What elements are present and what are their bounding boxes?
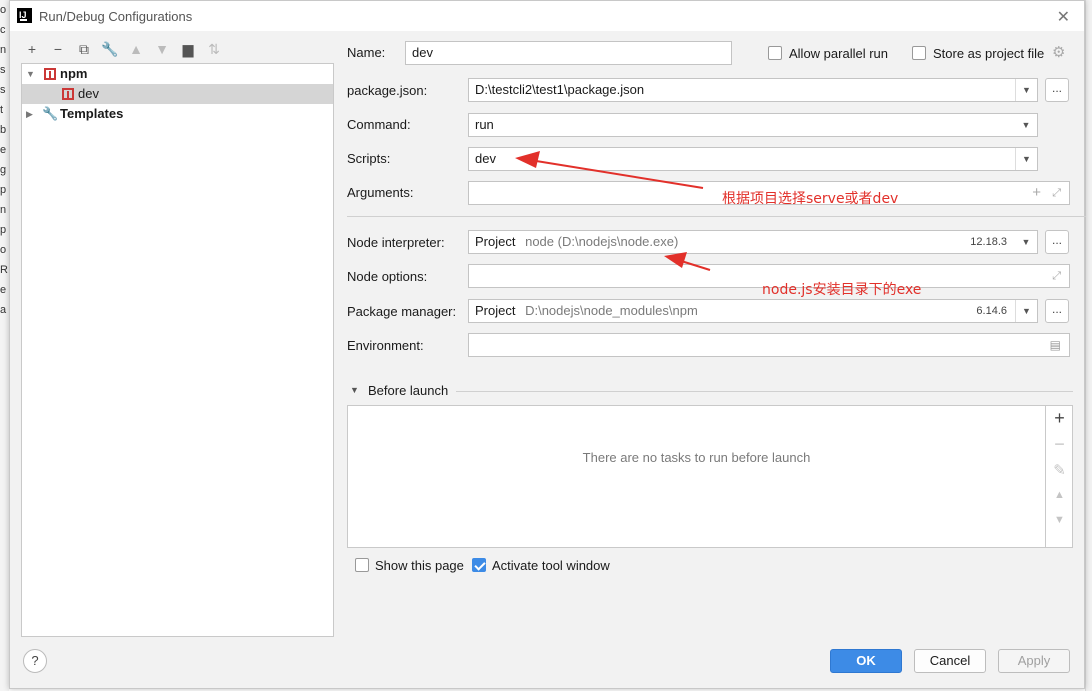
package-json-label: package.json: xyxy=(347,83,428,98)
down-arrow-icon[interactable]: ▼ xyxy=(153,40,171,58)
apply-button[interactable]: Apply xyxy=(998,649,1070,673)
cancel-button[interactable]: Cancel xyxy=(914,649,986,673)
node-interpreter-project: Project xyxy=(475,234,516,249)
wrench-icon[interactable]: 🔧 xyxy=(101,40,119,58)
close-icon[interactable]: ✕ xyxy=(1057,7,1070,27)
node-interpreter-browse-button[interactable]: ... xyxy=(1045,230,1069,254)
npm-icon xyxy=(62,88,74,100)
store-project-label: Store as project file xyxy=(933,46,1045,61)
title-bar: IJ Run/Debug Configurations ✕ xyxy=(10,1,1084,31)
ok-button[interactable]: OK xyxy=(830,649,902,673)
node-options-label: Node options: xyxy=(347,269,428,284)
node-interpreter-select[interactable]: Project node (D:\nodejs\node.exe) 12.18.… xyxy=(468,230,1038,254)
package-manager-select[interactable]: Project D:\nodejs\node_modules\npm 6.14.… xyxy=(468,299,1038,323)
package-manager-label: Package manager: xyxy=(347,304,457,319)
environment-label: Environment: xyxy=(347,338,424,353)
package-json-field[interactable]: D:\testcli2\test1\package.json ▼ xyxy=(468,78,1038,102)
tree-node-label: Templates xyxy=(60,106,124,121)
package-json-value: D:\testcli2\test1\package.json xyxy=(475,82,645,97)
up-arrow-icon[interactable]: ▲ xyxy=(127,40,145,58)
tree-node-label: npm xyxy=(60,66,88,81)
name-field[interactable]: dev xyxy=(405,41,732,65)
gear-icon[interactable]: ⚙ xyxy=(1052,43,1065,61)
chevron-down-icon[interactable]: ▼ xyxy=(1015,148,1037,170)
name-label: Name: xyxy=(347,45,386,60)
tree-node-templates[interactable]: ▶ 🔧 Templates xyxy=(22,104,333,124)
before-launch-task-list[interactable]: There are no tasks to run before launch xyxy=(347,405,1046,548)
activate-tool-checkbox[interactable] xyxy=(472,558,486,572)
background-editor-strip: ocns stbe gpnp oRea xyxy=(0,0,9,691)
package-manager-browse-button[interactable]: ... xyxy=(1045,299,1069,323)
environment-field[interactable]: ▤ xyxy=(468,333,1070,357)
collapse-arrow-icon[interactable]: ▶ xyxy=(26,104,33,124)
command-select[interactable]: run ▼ xyxy=(468,113,1038,137)
chevron-down-icon[interactable]: ▼ xyxy=(1015,114,1037,136)
show-page-label: Show this page xyxy=(375,558,464,573)
chevron-down-icon[interactable]: ▼ xyxy=(1015,231,1037,253)
run-debug-dialog: IJ Run/Debug Configurations ✕ + − ⧉ 🔧 ▲ … xyxy=(9,0,1086,689)
tree-node-label: dev xyxy=(78,86,99,101)
scripts-value: dev xyxy=(475,151,496,166)
intellij-app-icon: IJ xyxy=(17,8,32,23)
scripts-label: Scripts: xyxy=(347,151,391,166)
allow-parallel-label: Allow parallel run xyxy=(789,46,888,61)
chevron-down-icon[interactable]: ▼ xyxy=(1015,79,1037,101)
background-window-edge xyxy=(1085,0,1092,691)
down-arrow-icon[interactable]: ▼ xyxy=(1046,514,1073,526)
plus-icon[interactable]: + xyxy=(1046,408,1073,429)
expand-arrow-icon[interactable]: ▼ xyxy=(26,64,35,84)
sort-icon[interactable]: ⇅ xyxy=(205,40,223,58)
package-manager-path: D:\nodejs\node_modules\npm xyxy=(525,303,698,318)
node-version: 12.18.3 xyxy=(970,236,1007,248)
command-value: run xyxy=(475,117,494,132)
task-toolbar: + − ✎ ▲ ▼ xyxy=(1046,405,1073,548)
node-interpreter-label: Node interpreter: xyxy=(347,235,445,250)
empty-tasks-text: There are no tasks to run before launch xyxy=(582,450,811,465)
separator xyxy=(347,216,1086,217)
document-icon[interactable]: ▤ xyxy=(1050,334,1061,356)
arguments-label: Arguments: xyxy=(347,185,414,200)
wrench-icon: 🔧 xyxy=(42,106,59,121)
activate-tool-label: Activate tool window xyxy=(492,558,610,573)
npm-icon xyxy=(44,68,56,80)
scripts-select[interactable]: dev ▼ xyxy=(468,147,1038,171)
tree-node-npm[interactable]: ▼ npm xyxy=(22,64,333,84)
pencil-icon[interactable]: ✎ xyxy=(1046,461,1073,479)
dialog-title: Run/Debug Configurations xyxy=(39,9,193,24)
node-interpreter-path: node (D:\nodejs\node.exe) xyxy=(525,234,679,249)
separator xyxy=(456,391,1073,392)
minus-icon[interactable]: − xyxy=(1046,434,1073,455)
config-tree: ▼ npm dev ▶ 🔧 Templates xyxy=(21,63,334,637)
collapse-arrow-icon[interactable]: ▼ xyxy=(350,385,359,395)
chevron-down-icon[interactable]: ▼ xyxy=(1015,300,1037,322)
tree-node-dev[interactable]: dev xyxy=(22,84,333,104)
annotation-scripts-note: 根据项目选择serve或者dev xyxy=(722,191,899,207)
help-button[interactable]: ? xyxy=(23,649,47,673)
plus-icon[interactable]: + xyxy=(23,40,41,58)
plus-icon[interactable]: + xyxy=(1032,182,1041,204)
annotation-node-note: node.js安装目录下的exe xyxy=(762,282,922,298)
package-manager-project: Project xyxy=(475,303,516,318)
minus-icon[interactable]: − xyxy=(49,40,67,58)
add-folder-icon[interactable]: ▆ xyxy=(179,40,197,58)
command-label: Command: xyxy=(347,117,411,132)
up-arrow-icon[interactable]: ▲ xyxy=(1046,489,1073,501)
expand-icon[interactable]: ⤢ xyxy=(1052,265,1061,287)
package-manager-version: 6.14.6 xyxy=(976,305,1007,317)
allow-parallel-checkbox[interactable] xyxy=(768,46,782,60)
store-project-checkbox[interactable] xyxy=(912,46,926,60)
copy-icon[interactable]: ⧉ xyxy=(75,40,93,58)
package-json-browse-button[interactable]: ... xyxy=(1045,78,1069,102)
before-launch-label: Before launch xyxy=(368,383,449,398)
show-page-checkbox[interactable] xyxy=(355,558,369,572)
expand-icon[interactable]: ⤢ xyxy=(1052,182,1061,204)
